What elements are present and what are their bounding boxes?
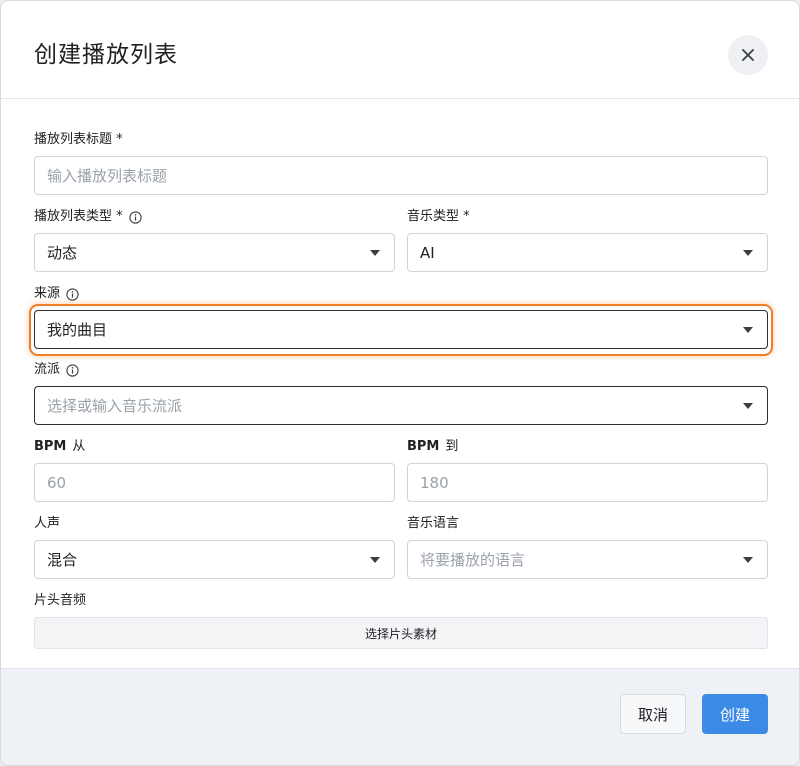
bpm-to-input[interactable]: 180: [407, 463, 768, 502]
close-button[interactable]: [728, 35, 768, 75]
intro-audio-label: 片头音频: [34, 592, 86, 610]
caret-down-icon: [743, 557, 753, 563]
playlist-type-label-text: 播放列表类型 *: [34, 209, 123, 224]
bpm-from-placeholder: 60: [47, 473, 67, 492]
close-icon: [742, 49, 754, 61]
vocals-value: 混合: [47, 551, 78, 569]
music-type-value: AI: [420, 243, 435, 262]
bpm-to-label-zh: 到: [445, 439, 459, 454]
playlist-type-label: 播放列表类型 *: [34, 208, 142, 226]
source-label: 来源: [34, 285, 79, 303]
music-type-label-text: 音乐类型 *: [407, 209, 470, 224]
vocals-label: 人声: [34, 515, 60, 533]
music-language-placeholder: 将要播放的语言: [420, 551, 526, 569]
music-language-label: 音乐语言: [407, 515, 459, 533]
music-language-label-text: 音乐语言: [407, 516, 460, 531]
create-playlist-dialog: 创建播放列表 播放列表标题 * 输入播放列表标题 播放列表类型 * 动态 音乐类…: [0, 0, 800, 766]
source-label-text: 来源: [34, 286, 61, 301]
cancel-button[interactable]: 取消: [620, 694, 686, 734]
bpm-to-label: BPM 到: [407, 438, 458, 456]
genre-combobox[interactable]: 选择或输入音乐流派: [34, 386, 768, 425]
bpm-to-placeholder: 180: [420, 473, 449, 492]
source-select[interactable]: 我的曲目: [34, 310, 768, 349]
music-type-select[interactable]: AI: [407, 233, 768, 272]
create-button-label: 创建: [719, 705, 750, 724]
title-label-text: 播放列表标题 *: [34, 132, 123, 147]
info-icon[interactable]: [66, 363, 79, 377]
genre-label-text: 流派: [34, 362, 61, 377]
playlist-title-input[interactable]: 输入播放列表标题: [34, 156, 768, 195]
bpm-from-label: BPM 从: [34, 438, 85, 456]
source-value: 我的曲目: [47, 321, 108, 339]
playlist-type-select[interactable]: 动态: [34, 233, 395, 272]
bpm-to-label-en: BPM: [407, 439, 440, 454]
select-intro-audio-label: 选择片头素材: [364, 626, 437, 641]
music-language-select[interactable]: 将要播放的语言: [407, 540, 768, 579]
select-intro-audio-button[interactable]: 选择片头素材: [34, 617, 768, 649]
info-icon[interactable]: [66, 287, 79, 301]
dialog-footer: 取消 创建: [1, 668, 799, 765]
playlist-title-placeholder: 输入播放列表标题: [47, 167, 168, 185]
info-icon[interactable]: [128, 210, 142, 224]
intro-audio-label-text: 片头音频: [34, 593, 87, 608]
genre-label: 流派: [34, 361, 79, 379]
title-label: 播放列表标题 *: [34, 131, 123, 149]
caret-down-icon: [370, 250, 380, 256]
vocals-select[interactable]: 混合: [34, 540, 395, 579]
bpm-from-input[interactable]: 60: [34, 463, 395, 502]
dialog-header: 创建播放列表: [1, 1, 799, 99]
create-button[interactable]: 创建: [702, 694, 768, 734]
playlist-type-value: 动态: [47, 244, 78, 262]
vocals-label-text: 人声: [34, 516, 61, 531]
bpm-from-label-en: BPM: [34, 439, 67, 454]
music-type-label: 音乐类型 *: [407, 208, 470, 226]
cancel-button-label: 取消: [637, 705, 668, 724]
caret-down-icon: [743, 327, 753, 333]
genre-placeholder: 选择或输入音乐流派: [47, 397, 183, 415]
caret-down-icon: [743, 250, 753, 256]
caret-down-icon: [743, 403, 753, 409]
dialog-title: 创建播放列表: [34, 42, 178, 68]
bpm-from-label-zh: 从: [72, 439, 86, 454]
caret-down-icon: [370, 557, 380, 563]
